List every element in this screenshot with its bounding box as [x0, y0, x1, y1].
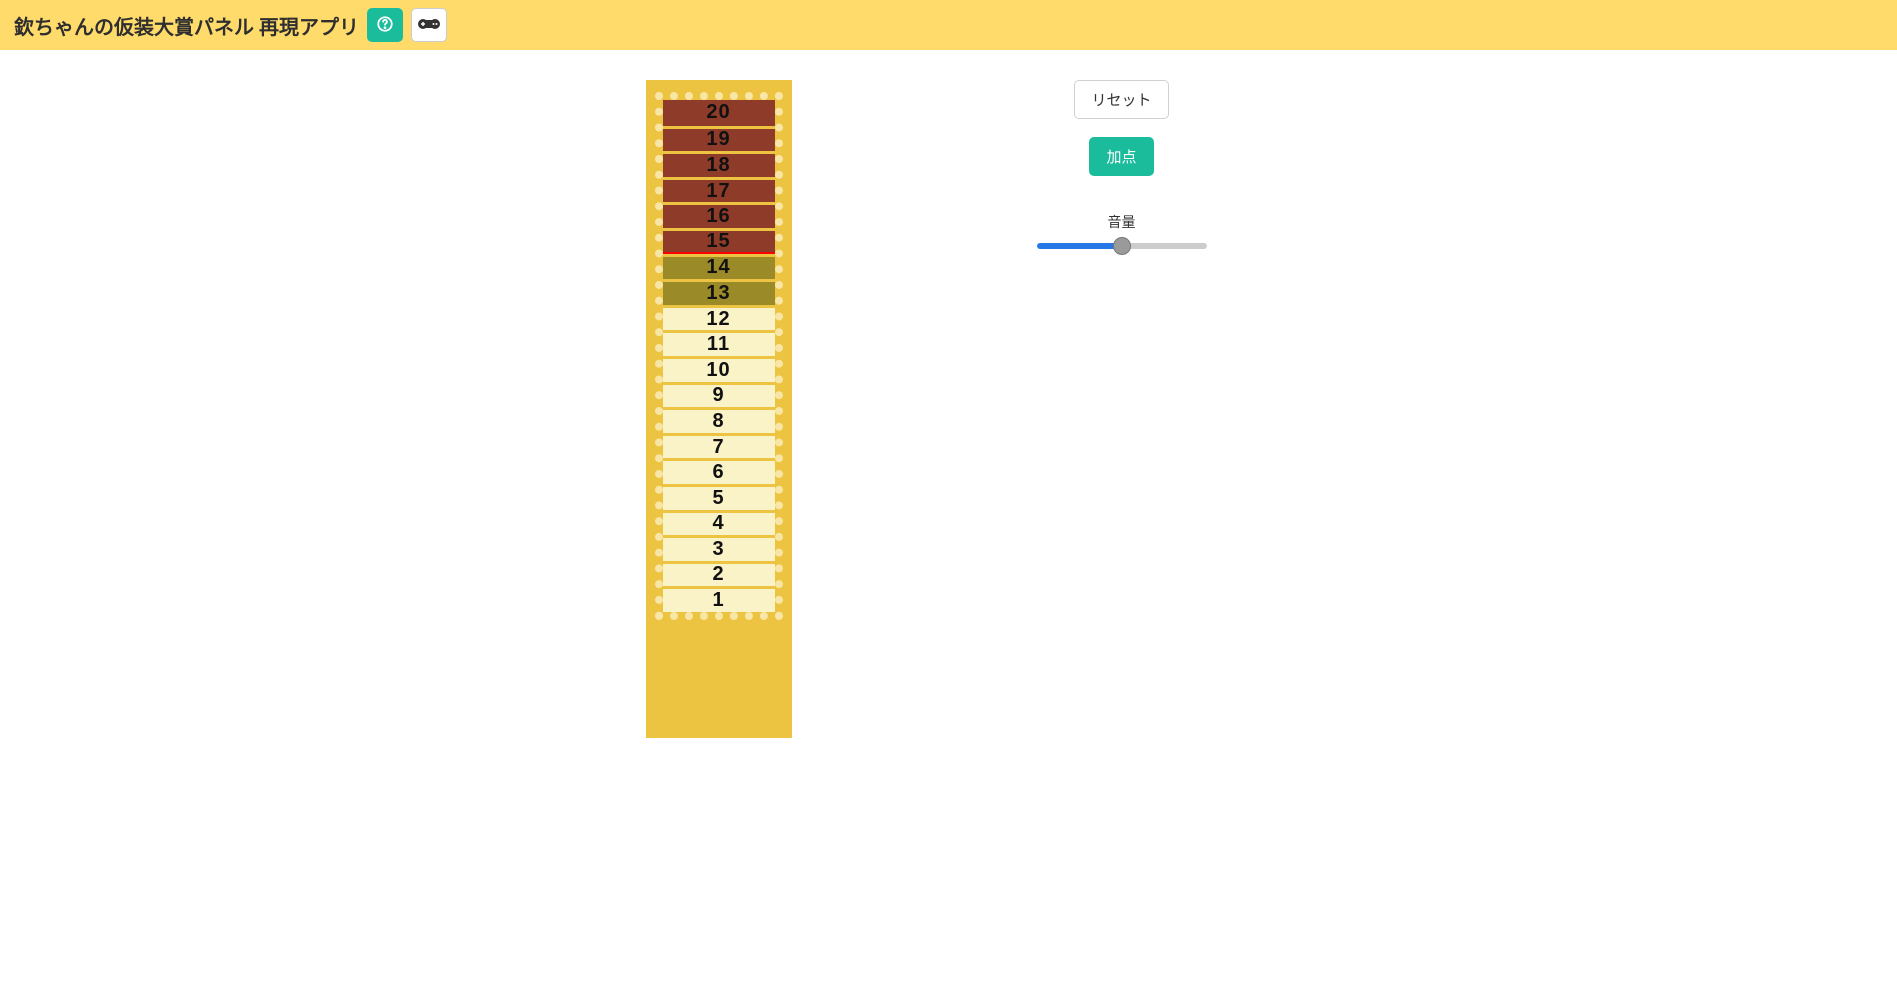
panel-number: 9 [712, 384, 724, 407]
panel-number: 7 [712, 436, 724, 459]
panel-row: 8 [663, 407, 775, 433]
panel-number: 3 [712, 538, 724, 561]
panel-number: 6 [712, 461, 724, 484]
panel-row: 1 [663, 586, 775, 612]
panel-number: 17 [706, 180, 730, 203]
gamepad-icon [418, 17, 440, 34]
panel-number: 15 [706, 230, 730, 253]
help-icon [376, 15, 394, 36]
panel-number: 1 [712, 589, 724, 612]
volume-control: 音量 [1037, 212, 1207, 253]
app-header: 欽ちゃんの仮装大賞パネル 再現アプリ [0, 0, 1897, 50]
panel-number: 14 [706, 256, 730, 279]
panel-row: 13 [663, 279, 775, 305]
panel-row: 6 [663, 458, 775, 484]
panel-number: 2 [712, 563, 724, 586]
main-content: 20 19 18 17 16 15 14 13 12 11 10 9 8 7 6… [0, 50, 1897, 738]
panel-row: 19 [663, 126, 775, 152]
controller-button[interactable] [411, 8, 447, 42]
panel-row: 2 [663, 561, 775, 587]
panel-row: 16 [663, 202, 775, 228]
reset-button[interactable]: リセット [1074, 80, 1168, 119]
panel-number: 12 [706, 308, 730, 331]
panel-number: 16 [706, 205, 730, 228]
panel-row: 14 [663, 254, 775, 280]
panel-number: 4 [712, 512, 724, 535]
panel-row: 4 [663, 510, 775, 536]
panel-row: 10 [663, 356, 775, 382]
panel-number: 11 [707, 333, 730, 356]
add-point-button[interactable]: 加点 [1089, 137, 1153, 176]
panel-row: 15 [663, 228, 775, 254]
volume-label: 音量 [1037, 212, 1207, 232]
panel-row: 17 [663, 177, 775, 203]
app-title: 欽ちゃんの仮装大賞パネル 再現アプリ [14, 11, 359, 40]
panel-row: 5 [663, 484, 775, 510]
panel-row: 12 [663, 305, 775, 331]
panel-number: 18 [706, 154, 730, 177]
panel-number: 5 [712, 487, 724, 510]
score-panel-inner: 20 19 18 17 16 15 14 13 12 11 10 9 8 7 6… [655, 92, 783, 620]
panel-row: 18 [663, 151, 775, 177]
panel-row: 9 [663, 382, 775, 408]
panel-number: 13 [706, 282, 730, 305]
panel-number: 20 [706, 101, 730, 124]
controls-panel: リセット 加点 音量 [992, 80, 1252, 738]
panel-row: 3 [663, 535, 775, 561]
help-button[interactable] [367, 8, 403, 42]
panel-row: 20 [663, 100, 775, 126]
volume-slider[interactable] [1037, 243, 1207, 249]
panel-number: 8 [712, 410, 724, 433]
score-panel: 20 19 18 17 16 15 14 13 12 11 10 9 8 7 6… [646, 80, 792, 738]
panel-row: 7 [663, 433, 775, 459]
panel-row: 11 [663, 330, 775, 356]
panel-number: 10 [706, 359, 730, 382]
panel-number: 19 [706, 128, 730, 151]
